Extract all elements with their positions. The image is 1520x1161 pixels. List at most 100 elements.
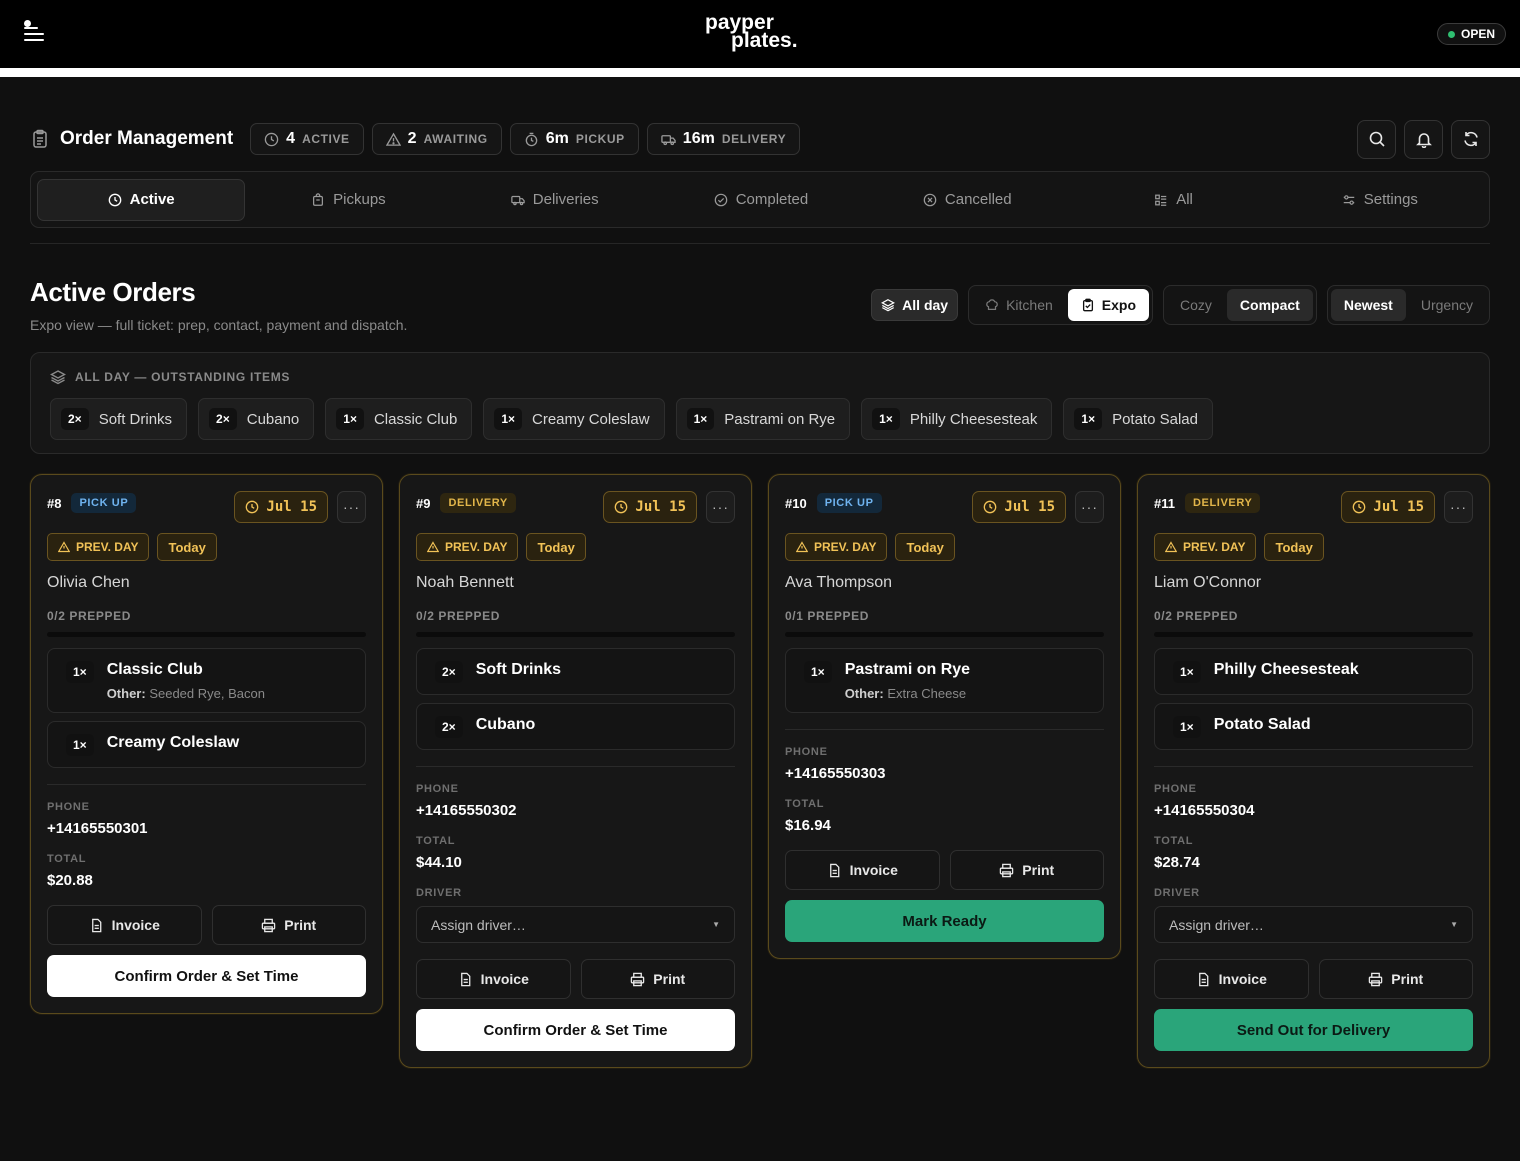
print-button[interactable]: Print xyxy=(949,850,1104,890)
order-item[interactable]: 2× Soft Drinks xyxy=(416,648,735,695)
caret-down-icon: ▼ xyxy=(712,920,720,929)
phone-value: +14165550302 xyxy=(416,802,517,819)
more-options-button[interactable]: ··· xyxy=(1444,491,1473,523)
prepped-count: 0/2 PREPPED xyxy=(1154,609,1238,623)
tab-all[interactable]: All xyxy=(1070,179,1276,221)
warning-icon xyxy=(1165,541,1177,553)
order-date-badge[interactable]: Jul 15 xyxy=(234,491,328,523)
sort-newest[interactable]: Newest xyxy=(1330,289,1406,321)
more-options-button[interactable]: ··· xyxy=(337,491,366,523)
mode-expo[interactable]: Expo xyxy=(1067,289,1150,321)
driver-label: DRIVER xyxy=(416,887,462,899)
invoice-button[interactable]: Invoice xyxy=(1154,959,1309,999)
print-button[interactable]: Print xyxy=(1318,959,1473,999)
customer-name: Ava Thompson xyxy=(785,574,893,591)
refresh-button[interactable] xyxy=(1451,119,1490,159)
item-name: Creamy Coleslaw xyxy=(106,734,240,751)
order-item[interactable]: 1× Classic Club Other: Seeded Rye, Bacon xyxy=(47,648,366,713)
tab-pickups[interactable]: Pickups xyxy=(245,179,451,221)
print-button[interactable]: Print xyxy=(580,959,735,999)
more-options-button[interactable]: ··· xyxy=(1075,491,1104,523)
caret-down-icon: ▼ xyxy=(1450,920,1458,929)
menu-icon[interactable] xyxy=(24,20,48,46)
clock-icon xyxy=(108,193,121,206)
prev-day-badge: PREV. DAY xyxy=(785,533,888,561)
order-cards: #8 PICK UP Jul 15 ··· PREV. DAY Today Ol… xyxy=(30,474,1490,1068)
order-number: #11 xyxy=(1154,495,1175,511)
tab-deliveries[interactable]: Deliveries xyxy=(452,179,658,221)
item-name: Soft Drinks xyxy=(475,661,562,678)
density-compact[interactable]: Compact xyxy=(1226,289,1313,321)
mode-switch: Kitchen Expo xyxy=(968,285,1154,325)
qty-badge: 1× xyxy=(66,734,94,756)
warning-icon xyxy=(796,541,808,553)
tab-completed[interactable]: Completed xyxy=(658,179,864,221)
printer-icon xyxy=(631,972,645,986)
qty-badge: 1× xyxy=(494,408,523,430)
search-button[interactable] xyxy=(1357,119,1396,159)
prep-progress-bar xyxy=(785,632,1104,637)
qty-badge: 1× xyxy=(686,408,715,430)
order-card: #10 PICK UP Jul 15 ··· PREV. DAY Today A… xyxy=(768,474,1121,959)
order-number: #9 xyxy=(416,495,431,511)
all-day-toggle[interactable]: All day xyxy=(871,289,959,321)
invoice-button[interactable]: Invoice xyxy=(47,905,202,945)
document-icon xyxy=(1198,972,1208,986)
order-tabs: Active Pickups Deliveries Completed Canc… xyxy=(30,171,1490,228)
driver-select[interactable]: Assign driver… ▼ xyxy=(416,906,735,943)
invoice-button[interactable]: Invoice xyxy=(416,959,571,999)
order-item[interactable]: 1× Potato Salad xyxy=(1154,703,1473,750)
total-label: TOTAL xyxy=(416,835,456,847)
order-number: #10 xyxy=(785,495,807,511)
item-name: Potato Salad xyxy=(1213,716,1311,733)
prep-progress-bar xyxy=(416,632,735,637)
send-out-delivery-button[interactable]: Send Out for Delivery xyxy=(1154,1009,1473,1051)
order-type-badge: DELIVERY xyxy=(1184,493,1261,513)
order-item[interactable]: 2× Cubano xyxy=(416,703,735,750)
order-item[interactable]: 1× Pastrami on Rye Other: Extra Cheese xyxy=(785,648,1104,713)
section-heading: Active Orders Expo view — full ticket: p… xyxy=(30,277,407,333)
order-date-badge[interactable]: Jul 15 xyxy=(603,491,697,523)
tab-cancelled[interactable]: Cancelled xyxy=(864,179,1070,221)
order-item[interactable]: 1× Creamy Coleslaw xyxy=(47,721,366,768)
notifications-button[interactable] xyxy=(1404,119,1443,159)
mode-kitchen[interactable]: Kitchen xyxy=(972,289,1066,321)
order-date-badge[interactable]: Jul 15 xyxy=(972,491,1066,523)
more-options-button[interactable]: ··· xyxy=(706,491,735,523)
order-date-badge[interactable]: Jul 15 xyxy=(1341,491,1435,523)
outstanding-chip: 1× Philly Cheesesteak xyxy=(861,398,1053,440)
clipboard-icon xyxy=(33,129,47,148)
outstanding-chip: 1× Potato Salad xyxy=(1063,398,1213,440)
driver-label: DRIVER xyxy=(1154,887,1200,899)
clock-icon xyxy=(984,500,997,514)
x-circle-icon xyxy=(923,193,937,206)
sort-switch: Newest Urgency xyxy=(1326,285,1490,325)
status-badge: OPEN xyxy=(1436,23,1506,45)
order-type-badge: PICK UP xyxy=(71,493,137,513)
warning-icon xyxy=(58,541,70,553)
printer-icon xyxy=(262,918,276,932)
order-item[interactable]: 1× Philly Cheesesteak xyxy=(1154,648,1473,695)
prepped-count: 0/2 PREPPED xyxy=(47,609,131,623)
tab-active[interactable]: Active xyxy=(37,178,246,221)
density-cozy[interactable]: Cozy xyxy=(1167,289,1225,321)
qty-badge: 1× xyxy=(872,408,900,430)
top-divider xyxy=(0,68,1520,77)
today-badge: Today xyxy=(526,533,586,561)
clock-icon xyxy=(264,132,279,146)
driver-select[interactable]: Assign driver… ▼ xyxy=(1154,906,1473,943)
tab-settings[interactable]: Settings xyxy=(1277,179,1483,221)
sort-urgency[interactable]: Urgency xyxy=(1408,289,1486,321)
sliders-icon xyxy=(1343,194,1354,205)
bag-icon xyxy=(313,192,324,206)
phone-value: +14165550304 xyxy=(1154,802,1255,819)
section-divider xyxy=(30,243,1490,244)
truck-icon xyxy=(511,195,525,205)
print-button[interactable]: Print xyxy=(211,905,366,945)
confirm-order-button[interactable]: Confirm Order & Set Time xyxy=(416,1009,735,1051)
mark-ready-button[interactable]: Mark Ready xyxy=(785,900,1104,942)
qty-badge: 2× xyxy=(435,716,463,738)
invoice-button[interactable]: Invoice xyxy=(785,850,940,890)
confirm-order-button[interactable]: Confirm Order & Set Time xyxy=(47,955,366,997)
stat-delivery: 16m DELIVERY xyxy=(646,123,801,155)
